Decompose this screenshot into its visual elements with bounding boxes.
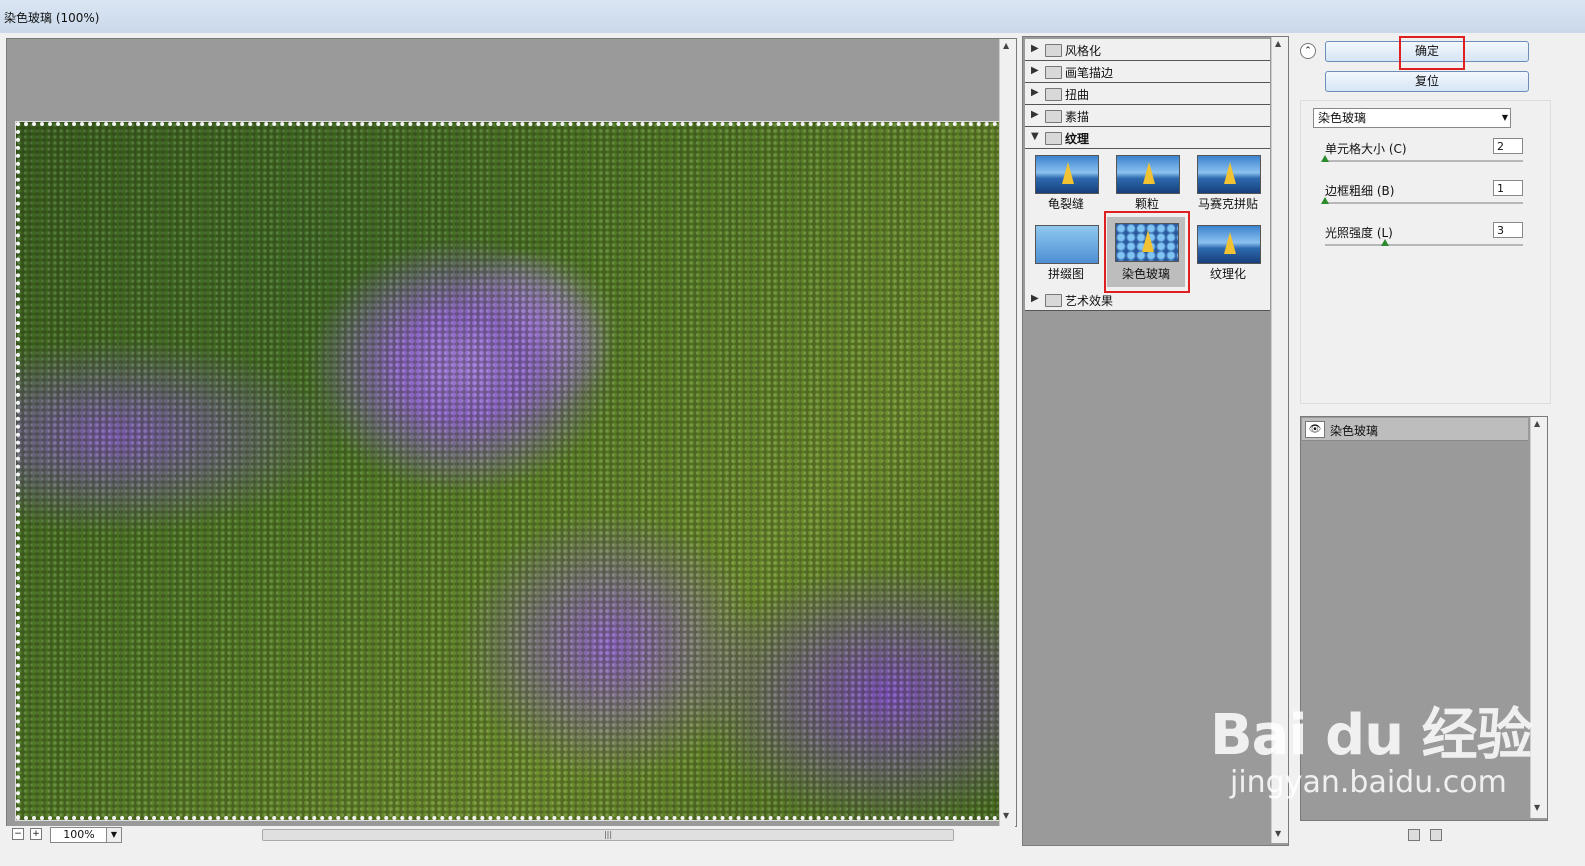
scroll-down-icon[interactable]: ▼ bbox=[1275, 829, 1281, 838]
filter-thumbnail bbox=[1197, 225, 1261, 264]
layers-scrollbar[interactable]: ▲ ▼ bbox=[1530, 417, 1547, 818]
open-folder-icon bbox=[1045, 132, 1062, 145]
category-brush-strokes[interactable]: ▶ 画笔描边 bbox=[1025, 61, 1270, 83]
selection-highlight bbox=[1104, 211, 1190, 293]
filter-craquelure[interactable]: 龟裂缝 bbox=[1031, 153, 1101, 217]
preview-pane[interactable]: ▲ ▼ bbox=[6, 38, 1017, 827]
delete-effect-layer-icon[interactable] bbox=[1430, 829, 1442, 841]
slider-knob[interactable] bbox=[1381, 239, 1389, 246]
slider-knob[interactable] bbox=[1321, 155, 1329, 162]
effect-layer-name: 染色玻璃 bbox=[1330, 424, 1379, 438]
zoom-out-button[interactable]: − bbox=[12, 828, 24, 840]
collapse-gallery-icon[interactable]: ⌃ bbox=[1300, 43, 1316, 59]
filter-label: 马赛克拼贴 bbox=[1197, 197, 1258, 211]
collapse-triangle-icon[interactable]: ▼ bbox=[1031, 131, 1039, 142]
expand-triangle-icon[interactable]: ▶ bbox=[1031, 43, 1039, 54]
scroll-up-icon[interactable]: ▲ bbox=[1275, 39, 1281, 48]
preview-zoom-bar: − + 100% ▼ ||| bbox=[6, 826, 1015, 844]
scroll-up-icon[interactable]: ▲ bbox=[1534, 419, 1540, 428]
new-effect-layer-icon[interactable] bbox=[1408, 829, 1420, 841]
filter-label: 拼缀图 bbox=[1047, 267, 1084, 281]
category-label: 素描 bbox=[1065, 110, 1090, 124]
filter-label: 龟裂缝 bbox=[1047, 197, 1084, 211]
preview-horizontal-scrollbar[interactable]: ||| bbox=[242, 828, 1002, 841]
filter-thumbnail bbox=[1116, 155, 1180, 194]
title-bar: 染色玻璃 (100%) bbox=[0, 0, 1585, 34]
watermark-logo: Bai du 经验 bbox=[1210, 703, 1533, 768]
cell-size-input[interactable]: 2 bbox=[1493, 138, 1523, 154]
preview-vertical-scrollbar[interactable]: ▲ ▼ bbox=[999, 39, 1016, 826]
effect-layer[interactable]: 👁 染色玻璃 bbox=[1302, 418, 1528, 441]
filter-mosaic-tiles[interactable]: 马赛克拼贴 bbox=[1193, 153, 1263, 217]
expand-triangle-icon[interactable]: ▶ bbox=[1031, 109, 1039, 120]
chevron-down-icon[interactable]: ▼ bbox=[1498, 109, 1508, 127]
folder-icon bbox=[1045, 294, 1062, 307]
category-texture[interactable]: ▼ 纹理 bbox=[1025, 127, 1270, 149]
filter-patchwork[interactable]: 拼缀图 bbox=[1031, 223, 1101, 287]
category-label: 画笔描边 bbox=[1065, 66, 1114, 80]
scroll-up-icon[interactable]: ▲ bbox=[1003, 41, 1009, 50]
param-label: 边框粗细 (B) bbox=[1325, 184, 1395, 198]
category-label: 风格化 bbox=[1065, 44, 1102, 58]
preview-image[interactable] bbox=[15, 121, 1007, 821]
category-sketch[interactable]: ▶ 素描 bbox=[1025, 105, 1270, 127]
folder-icon bbox=[1045, 88, 1062, 101]
expand-triangle-icon[interactable]: ▶ bbox=[1031, 65, 1039, 76]
param-label: 单元格大小 (C) bbox=[1325, 142, 1407, 156]
filter-thumbnail bbox=[1035, 155, 1099, 194]
filter-select-value: 染色玻璃 bbox=[1318, 111, 1367, 125]
window-title: 染色玻璃 (100%) bbox=[4, 11, 100, 25]
expand-triangle-icon[interactable]: ▶ bbox=[1031, 87, 1039, 98]
zoom-level[interactable]: 100% bbox=[50, 827, 108, 843]
category-label: 纹理 bbox=[1065, 132, 1090, 146]
light-intensity-input[interactable]: 3 bbox=[1493, 222, 1523, 238]
filter-thumbnail bbox=[1197, 155, 1261, 194]
cell-size-slider[interactable] bbox=[1325, 160, 1523, 162]
scroll-down-icon[interactable]: ▼ bbox=[1534, 803, 1540, 812]
border-thickness-input[interactable]: 1 bbox=[1493, 180, 1523, 196]
light-intensity-slider[interactable] bbox=[1325, 244, 1523, 246]
filter-select[interactable]: 染色玻璃 ▼ bbox=[1313, 108, 1511, 128]
category-label: 艺术效果 bbox=[1065, 294, 1114, 308]
scroll-down-icon[interactable]: ▼ bbox=[1003, 811, 1009, 820]
folder-icon bbox=[1045, 66, 1062, 79]
filter-texturizer[interactable]: 纹理化 bbox=[1193, 223, 1263, 287]
image-border bbox=[16, 122, 1006, 820]
border-thickness-slider[interactable] bbox=[1325, 202, 1523, 204]
filter-label: 颗粒 bbox=[1134, 197, 1159, 211]
filter-thumbnail bbox=[1035, 225, 1099, 264]
zoom-in-button[interactable]: + bbox=[30, 828, 42, 840]
category-stylize[interactable]: ▶ 风格化 bbox=[1025, 39, 1270, 61]
expand-triangle-icon[interactable]: ▶ bbox=[1031, 293, 1039, 304]
eye-icon[interactable]: 👁 bbox=[1305, 421, 1325, 438]
ok-highlight bbox=[1399, 36, 1465, 70]
watermark-url: jingyan.baidu.com bbox=[1230, 765, 1507, 800]
category-label: 扭曲 bbox=[1065, 88, 1090, 102]
reset-button[interactable]: 复位 bbox=[1325, 71, 1529, 92]
zoom-dropdown-icon[interactable]: ▼ bbox=[106, 827, 122, 843]
folder-icon bbox=[1045, 44, 1062, 57]
filter-label: 纹理化 bbox=[1209, 267, 1246, 281]
filter-grain[interactable]: 颗粒 bbox=[1112, 153, 1182, 217]
category-distort[interactable]: ▶ 扭曲 bbox=[1025, 83, 1270, 105]
folder-icon bbox=[1045, 110, 1062, 123]
watermark: Bai du 经验 jingyan.baidu.com bbox=[1210, 690, 1533, 800]
slider-knob[interactable] bbox=[1321, 197, 1329, 204]
horizontal-scroll-thumb[interactable]: ||| bbox=[262, 829, 954, 841]
